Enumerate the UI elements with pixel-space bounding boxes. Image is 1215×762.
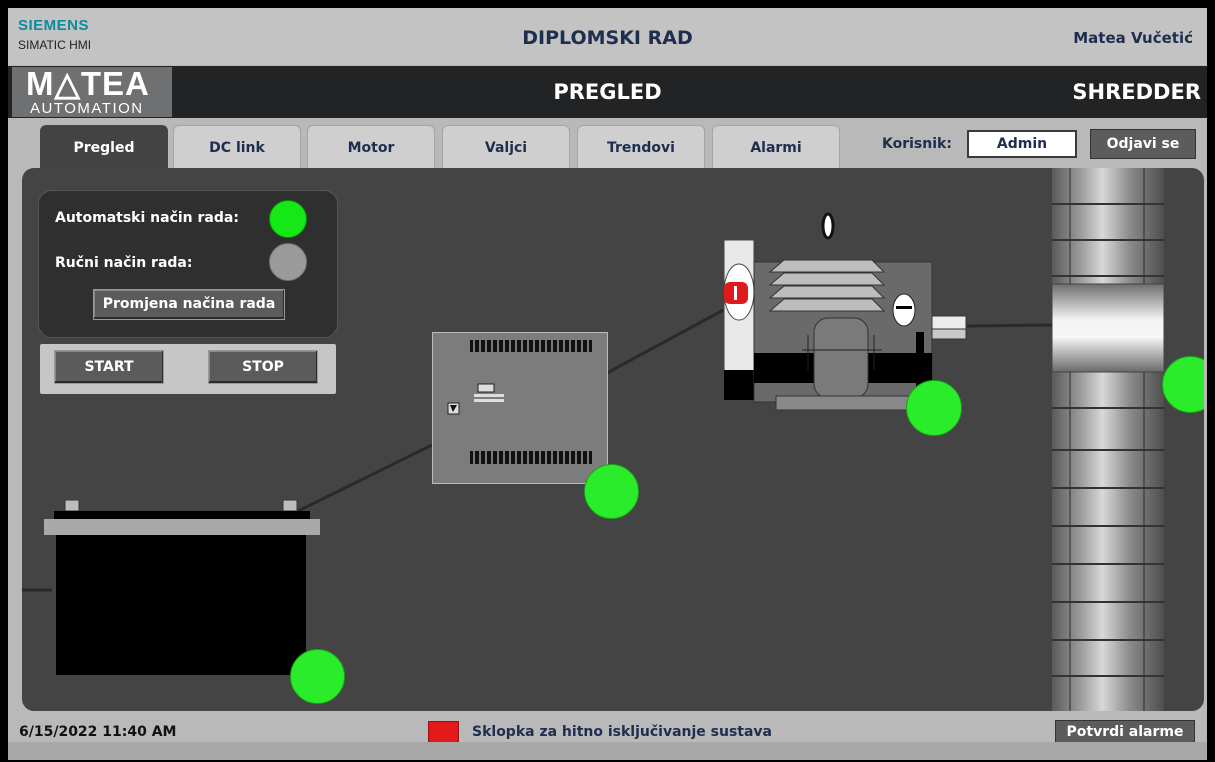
author-name: Matea Vučetić (1073, 29, 1193, 47)
machine-name: SHREDDER (1072, 80, 1201, 104)
mode-panel: Automatski način rada: Ručni način rada:… (38, 190, 338, 338)
title-bar: SIEMENS SIMATIC HMI DIPLOMSKI RAD Matea … (8, 8, 1207, 65)
stop-button[interactable]: STOP (208, 350, 318, 384)
auto-mode-label: Automatski način rada: (55, 210, 239, 226)
tab-dc-link[interactable]: DC link (173, 125, 301, 169)
hmi-screen: SIEMENS SIMATIC HMI DIPLOMSKI RAD Matea … (8, 8, 1207, 760)
user-field[interactable]: Admin (967, 130, 1077, 158)
tab-alarmi[interactable]: Alarmi (712, 125, 840, 169)
manual-mode-label: Ručni način rada: (55, 255, 193, 271)
manual-mode-lamp (269, 243, 307, 281)
dc-link-status (584, 464, 639, 519)
rollers-graphic (1052, 168, 1164, 711)
auto-mode-lamp (269, 200, 307, 238)
datetime: 6/15/2022 11:40 AM (19, 724, 177, 740)
tab-motor[interactable]: Motor (307, 125, 435, 169)
screen-header: M△TEA AUTOMATION PREGLED SHREDDER (8, 65, 1207, 118)
battery-status (290, 649, 345, 704)
acknowledge-alarms-button[interactable]: Potvrdi alarme (1055, 720, 1195, 744)
tab-trendovi[interactable]: Trendovi (577, 125, 705, 169)
alarm-message: Sklopka za hitno isključivanje sustava (472, 724, 773, 740)
inverter-graphic (432, 332, 608, 484)
process-overview: Automatski način rada: Ručni način rada:… (22, 168, 1204, 711)
footer-strip (8, 742, 1207, 760)
logout-button[interactable]: Odjavi se (1090, 129, 1196, 159)
tab-pregled[interactable]: Pregled (40, 125, 168, 171)
start-button[interactable]: START (54, 350, 164, 384)
tab-valjci[interactable]: Valjci (442, 125, 570, 169)
battery-graphic (44, 499, 320, 675)
motor-status (906, 380, 962, 436)
change-mode-button[interactable]: Promjena načina rada (93, 289, 285, 320)
tab-bar: Pregled DC link Motor Valjci Trendovi Al… (8, 118, 1207, 171)
start-stop-panel: START STOP (40, 344, 336, 394)
app-title: DIPLOMSKI RAD (522, 27, 693, 49)
user-label: Korisnik: (882, 136, 952, 152)
screen-title: PREGLED (553, 80, 662, 104)
